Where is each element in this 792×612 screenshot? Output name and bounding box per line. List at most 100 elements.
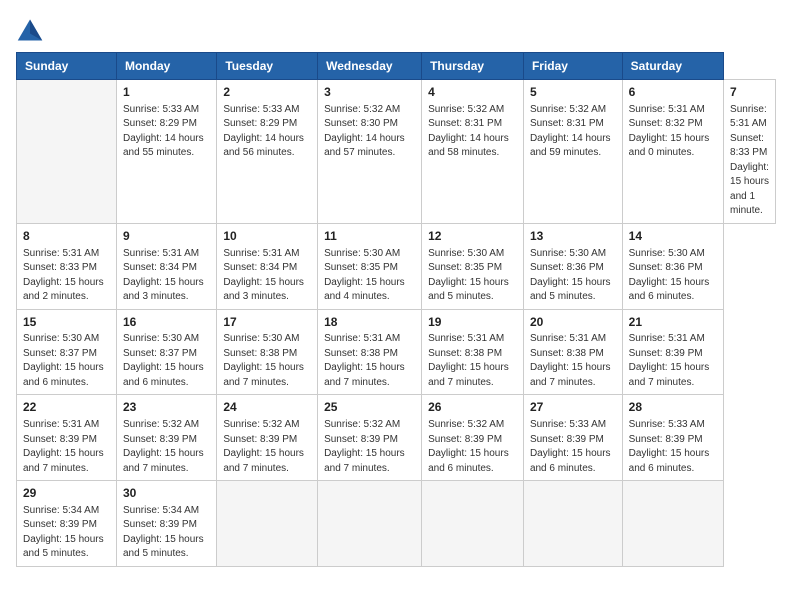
day-info: Sunrise: 5:30 AMSunset: 8:36 PMDaylight:… <box>629 247 717 305</box>
day-number: 5 <box>530 84 616 101</box>
day-number: 13 <box>530 228 616 245</box>
logo <box>16 16 48 44</box>
day-info: Sunrise: 5:31 AMSunset: 8:34 PMDaylight:… <box>123 247 210 305</box>
weekday-header-thursday: Thursday <box>422 53 524 80</box>
calendar-header-row: SundayMondayTuesdayWednesdayThursdayFrid… <box>17 53 776 80</box>
calendar-day-cell: 24 Sunrise: 5:32 AMSunset: 8:39 PMDayligh… <box>217 395 318 481</box>
day-number: 30 <box>123 485 210 502</box>
day-info: Sunrise: 5:30 AMSunset: 8:36 PMDaylight:… <box>530 247 616 305</box>
day-info: Sunrise: 5:33 AMSunset: 8:39 PMDaylight:… <box>530 418 616 476</box>
calendar-day-cell: 30 Sunrise: 5:34 AMSunset: 8:39 PMDayligh… <box>116 481 216 567</box>
calendar-day-cell <box>622 481 723 567</box>
calendar-week-row: 8 Sunrise: 5:31 AMSunset: 8:33 PMDaylight… <box>17 223 776 309</box>
calendar-day-cell: 12 Sunrise: 5:30 AMSunset: 8:35 PMDayligh… <box>422 223 524 309</box>
calendar-day-cell <box>17 80 117 224</box>
calendar-day-cell: 27 Sunrise: 5:33 AMSunset: 8:39 PMDayligh… <box>523 395 622 481</box>
day-info: Sunrise: 5:30 AMSunset: 8:35 PMDaylight:… <box>428 247 517 305</box>
calendar-week-row: 15Sunrise: 5:30 AMSunset: 8:37 PMDayligh… <box>17 309 776 395</box>
day-info: Sunrise: 5:31 AMSunset: 8:38 PMDaylight:… <box>324 332 415 390</box>
day-info: Sunrise: 5:31 AMSunset: 8:33 PMDaylight:… <box>23 247 110 305</box>
day-info: Sunrise: 5:33 AMSunset: 8:29 PMDaylight:… <box>123 103 210 161</box>
calendar-day-cell: 7 Sunrise: 5:31 AMSunset: 8:33 PMDaylight… <box>724 80 776 224</box>
day-info: Sunrise: 5:31 AMSunset: 8:34 PMDaylight:… <box>223 247 311 305</box>
day-info: Sunrise: 5:31 AMSunset: 8:39 PMDaylight:… <box>23 418 110 476</box>
calendar-day-cell: 4 Sunrise: 5:32 AMSunset: 8:31 PMDaylight… <box>422 80 524 224</box>
calendar-week-row: 22 Sunrise: 5:31 AMSunset: 8:39 PMDayligh… <box>17 395 776 481</box>
calendar-day-cell: 13 Sunrise: 5:30 AMSunset: 8:36 PMDayligh… <box>523 223 622 309</box>
day-info: Sunrise: 5:31 AMSunset: 8:32 PMDaylight:… <box>629 103 717 161</box>
day-info: Sunrise: 5:32 AMSunset: 8:39 PMDaylight:… <box>324 418 415 476</box>
calendar-day-cell: 2 Sunrise: 5:33 AMSunset: 8:29 PMDaylight… <box>217 80 318 224</box>
day-number: 1 <box>123 84 210 101</box>
day-number: 12 <box>428 228 517 245</box>
day-number: 18 <box>324 314 415 331</box>
day-number: 4 <box>428 84 517 101</box>
weekday-header-monday: Monday <box>116 53 216 80</box>
calendar-day-cell: 11Sunrise: 5:30 AMSunset: 8:35 PMDayligh… <box>318 223 422 309</box>
weekday-header-wednesday: Wednesday <box>318 53 422 80</box>
day-info: Sunrise: 5:32 AMSunset: 8:31 PMDaylight:… <box>530 103 616 161</box>
calendar-day-cell: 21Sunrise: 5:31 AMSunset: 8:39 PMDayligh… <box>622 309 723 395</box>
day-info: Sunrise: 5:32 AMSunset: 8:31 PMDaylight:… <box>428 103 517 161</box>
calendar-day-cell: 23 Sunrise: 5:32 AMSunset: 8:39 PMDayligh… <box>116 395 216 481</box>
day-number: 7 <box>730 84 769 101</box>
weekday-header-sunday: Sunday <box>17 53 117 80</box>
calendar-day-cell: 19Sunrise: 5:31 AMSunset: 8:38 PMDayligh… <box>422 309 524 395</box>
day-number: 3 <box>324 84 415 101</box>
day-info: Sunrise: 5:34 AMSunset: 8:39 PMDaylight:… <box>123 504 210 562</box>
calendar-day-cell: 28 Sunrise: 5:33 AMSunset: 8:39 PMDayligh… <box>622 395 723 481</box>
day-info: Sunrise: 5:32 AMSunset: 8:39 PMDaylight:… <box>223 418 311 476</box>
day-number: 8 <box>23 228 110 245</box>
calendar-day-cell <box>523 481 622 567</box>
calendar-day-cell: 20Sunrise: 5:31 AMSunset: 8:38 PMDayligh… <box>523 309 622 395</box>
day-number: 6 <box>629 84 717 101</box>
weekday-header-saturday: Saturday <box>622 53 723 80</box>
logo-icon <box>16 16 44 44</box>
calendar-day-cell: 18Sunrise: 5:31 AMSunset: 8:38 PMDayligh… <box>318 309 422 395</box>
day-number: 28 <box>629 399 717 416</box>
day-number: 25 <box>324 399 415 416</box>
day-info: Sunrise: 5:30 AMSunset: 8:37 PMDaylight:… <box>123 332 210 390</box>
day-number: 9 <box>123 228 210 245</box>
day-number: 22 <box>23 399 110 416</box>
calendar-day-cell: 6 Sunrise: 5:31 AMSunset: 8:32 PMDaylight… <box>622 80 723 224</box>
day-info: Sunrise: 5:33 AMSunset: 8:29 PMDaylight:… <box>223 103 311 161</box>
day-number: 16 <box>123 314 210 331</box>
day-number: 2 <box>223 84 311 101</box>
calendar-day-cell: 14 Sunrise: 5:30 AMSunset: 8:36 PMDayligh… <box>622 223 723 309</box>
day-info: Sunrise: 5:30 AMSunset: 8:37 PMDaylight:… <box>23 332 110 390</box>
calendar-day-cell <box>422 481 524 567</box>
day-number: 17 <box>223 314 311 331</box>
calendar-day-cell: 25 Sunrise: 5:32 AMSunset: 8:39 PMDayligh… <box>318 395 422 481</box>
day-info: Sunrise: 5:31 AMSunset: 8:38 PMDaylight:… <box>428 332 517 390</box>
calendar-day-cell: 15Sunrise: 5:30 AMSunset: 8:37 PMDayligh… <box>17 309 117 395</box>
calendar-day-cell: 9 Sunrise: 5:31 AMSunset: 8:34 PMDaylight… <box>116 223 216 309</box>
day-number: 29 <box>23 485 110 502</box>
calendar-day-cell: 1 Sunrise: 5:33 AMSunset: 8:29 PMDaylight… <box>116 80 216 224</box>
day-info: Sunrise: 5:31 AMSunset: 8:33 PMDaylight:… <box>730 103 769 219</box>
calendar-day-cell <box>318 481 422 567</box>
calendar-day-cell: 16Sunrise: 5:30 AMSunset: 8:37 PMDayligh… <box>116 309 216 395</box>
calendar-table: SundayMondayTuesdayWednesdayThursdayFrid… <box>16 52 776 567</box>
calendar-day-cell: 22 Sunrise: 5:31 AMSunset: 8:39 PMDayligh… <box>17 395 117 481</box>
calendar-day-cell: 17Sunrise: 5:30 AMSunset: 8:38 PMDayligh… <box>217 309 318 395</box>
day-number: 20 <box>530 314 616 331</box>
calendar-day-cell: 3Sunrise: 5:32 AMSunset: 8:30 PMDaylight… <box>318 80 422 224</box>
calendar-week-row: 29 Sunrise: 5:34 AMSunset: 8:39 PMDayligh… <box>17 481 776 567</box>
calendar-day-cell: 29 Sunrise: 5:34 AMSunset: 8:39 PMDayligh… <box>17 481 117 567</box>
day-number: 14 <box>629 228 717 245</box>
day-number: 27 <box>530 399 616 416</box>
day-number: 15 <box>23 314 110 331</box>
day-info: Sunrise: 5:33 AMSunset: 8:39 PMDaylight:… <box>629 418 717 476</box>
day-info: Sunrise: 5:34 AMSunset: 8:39 PMDaylight:… <box>23 504 110 562</box>
day-number: 24 <box>223 399 311 416</box>
day-info: Sunrise: 5:32 AMSunset: 8:39 PMDaylight:… <box>123 418 210 476</box>
day-info: Sunrise: 5:30 AMSunset: 8:35 PMDaylight:… <box>324 247 415 305</box>
day-number: 10 <box>223 228 311 245</box>
day-number: 23 <box>123 399 210 416</box>
calendar-day-cell: 10 Sunrise: 5:31 AMSunset: 8:34 PMDayligh… <box>217 223 318 309</box>
calendar-day-cell: 5 Sunrise: 5:32 AMSunset: 8:31 PMDaylight… <box>523 80 622 224</box>
calendar-day-cell: 26Sunrise: 5:32 AMSunset: 8:39 PMDayligh… <box>422 395 524 481</box>
day-info: Sunrise: 5:31 AMSunset: 8:38 PMDaylight:… <box>530 332 616 390</box>
weekday-header-tuesday: Tuesday <box>217 53 318 80</box>
